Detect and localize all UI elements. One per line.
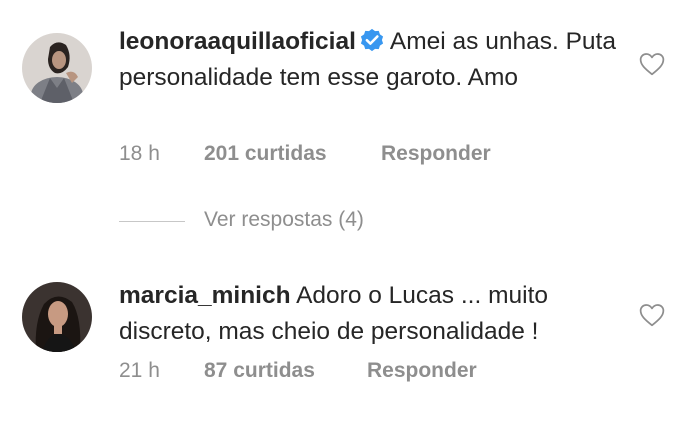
comment-meta: 21 h 87 curtidas Responder (119, 359, 477, 383)
comment-username[interactable]: leonoraaquillaoficial (119, 28, 356, 55)
reply-button[interactable]: Responder (381, 142, 491, 166)
replies-divider (119, 221, 185, 222)
reply-button[interactable]: Responder (367, 359, 477, 383)
comment-text-block: leonoraaquillaoficial Amei as unhas. Put… (119, 24, 619, 96)
likes-count[interactable]: 201 curtidas (204, 142, 381, 166)
likes-count[interactable]: 87 curtidas (204, 359, 367, 383)
comment-username[interactable]: marcia_minich (119, 282, 291, 309)
comment-item: leonoraaquillaoficial Amei as unhas. Put… (0, 0, 686, 200)
avatar[interactable] (22, 33, 92, 103)
comment-time: 18 h (119, 142, 160, 165)
comment-meta: 18 h 201 curtidas Responder (119, 142, 491, 166)
heart-outline-icon[interactable] (639, 52, 665, 76)
avatar[interactable] (22, 282, 92, 352)
verified-badge-icon (360, 28, 383, 52)
comment-time: 21 h (119, 359, 160, 382)
heart-outline-icon[interactable] (639, 303, 665, 327)
avatar-photo (22, 33, 92, 103)
avatar-photo (22, 282, 92, 352)
comment-item: marcia_minich Adoro o Lucas ... muito di… (0, 260, 686, 420)
view-replies-label[interactable]: Ver respostas (4) (204, 208, 364, 232)
comment-text-block: marcia_minich Adoro o Lucas ... muito di… (119, 278, 619, 350)
view-replies[interactable]: Ver respostas (4) (119, 208, 519, 238)
